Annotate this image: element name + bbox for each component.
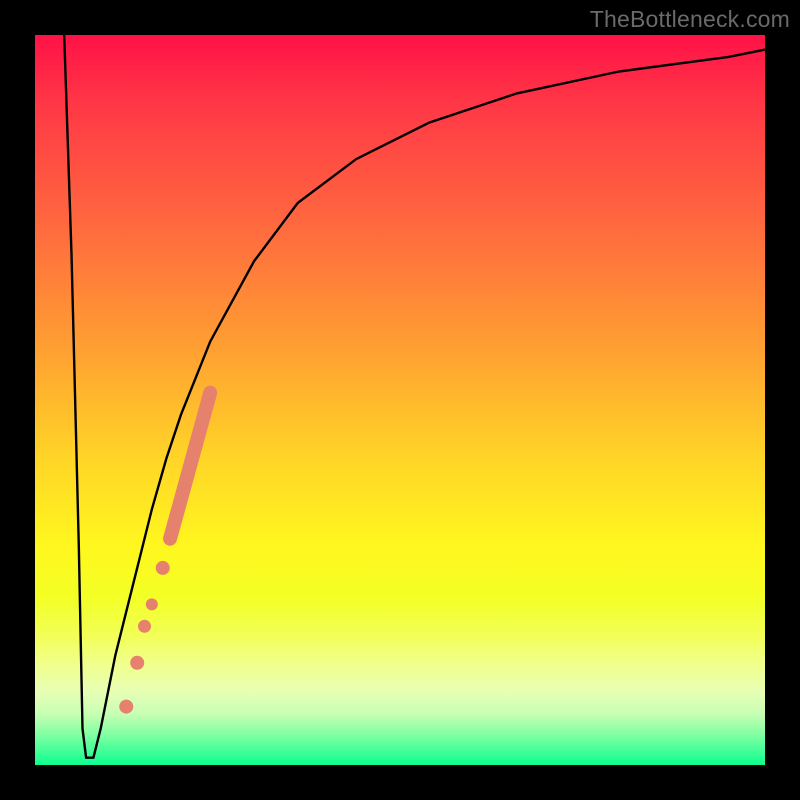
- highlight-segments: [170, 393, 210, 539]
- series-group: [64, 35, 765, 758]
- chart-frame: TheBottleneck.com: [0, 0, 800, 800]
- dot-5: [156, 561, 170, 575]
- dot-3: [138, 620, 151, 633]
- bottleneck-curve: [64, 35, 765, 758]
- dot-4: [146, 598, 158, 610]
- highlight-markers: [119, 561, 170, 714]
- chart-svg: [35, 35, 765, 765]
- dot-1: [119, 700, 133, 714]
- thick-segment: [170, 393, 210, 539]
- plot-area: [35, 35, 765, 765]
- dot-2: [130, 656, 144, 670]
- watermark-text: TheBottleneck.com: [590, 6, 790, 33]
